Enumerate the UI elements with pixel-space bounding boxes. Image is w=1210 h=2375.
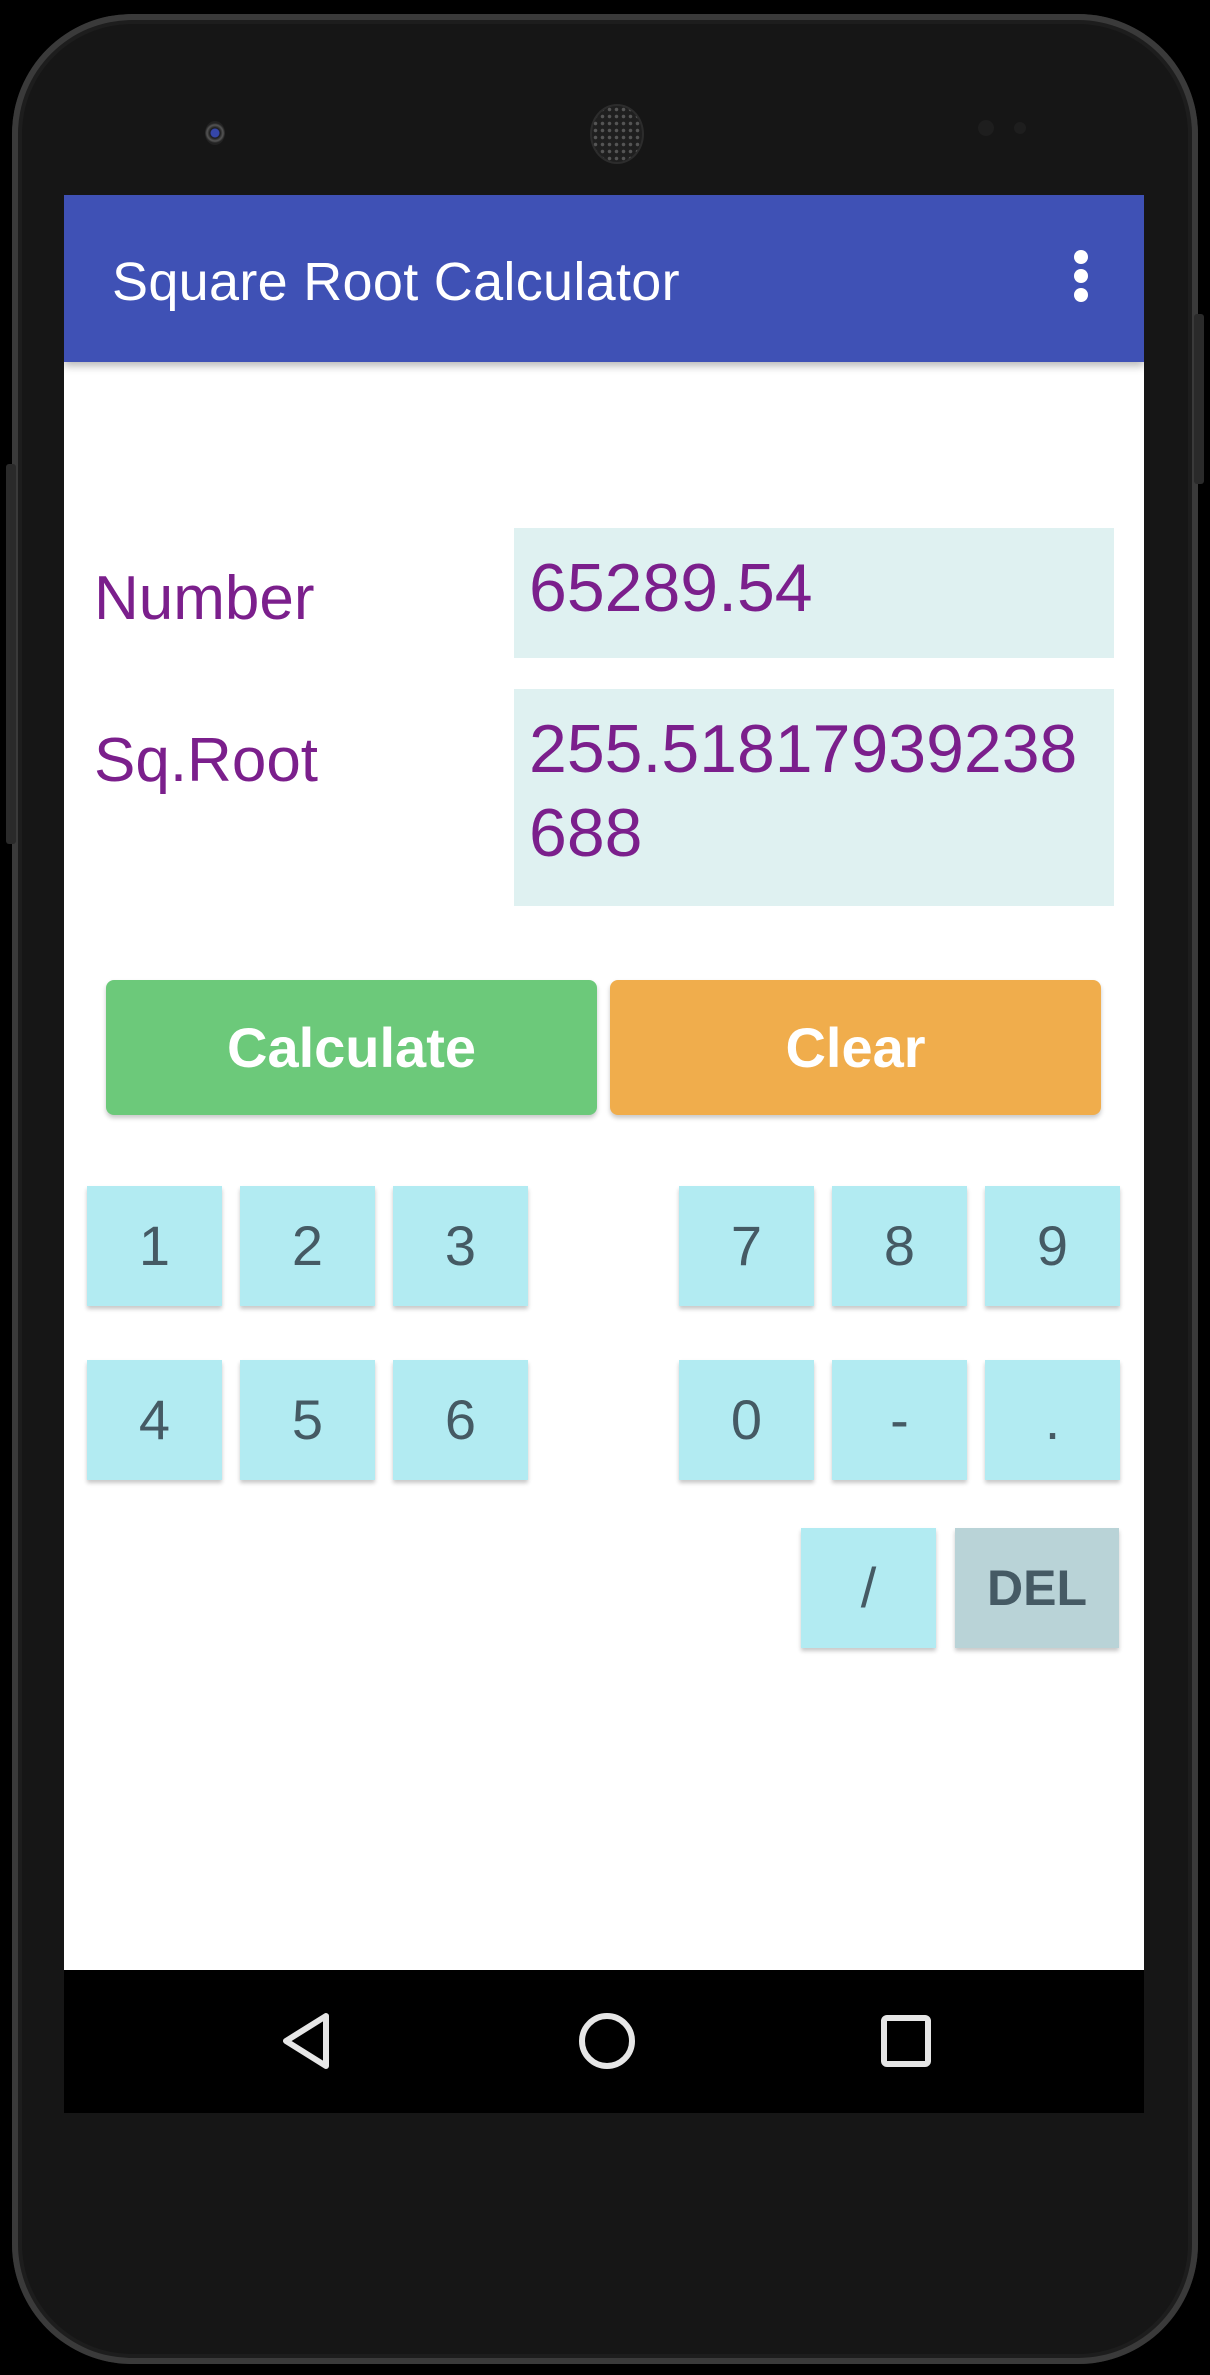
power-button xyxy=(1194,314,1204,484)
key-0[interactable]: 0 xyxy=(679,1360,814,1480)
volume-button xyxy=(6,464,16,844)
proximity-sensor-icon xyxy=(978,120,994,136)
key-1[interactable]: 1 xyxy=(87,1186,222,1306)
key-4[interactable]: 4 xyxy=(87,1360,222,1480)
key-8[interactable]: 8 xyxy=(832,1186,967,1306)
home-icon[interactable] xyxy=(576,2010,638,2077)
key-6[interactable]: 6 xyxy=(393,1360,528,1480)
key-2[interactable]: 2 xyxy=(240,1186,375,1306)
key-7[interactable]: 7 xyxy=(679,1186,814,1306)
key-minus[interactable]: - xyxy=(832,1360,967,1480)
front-camera-icon xyxy=(205,121,225,145)
speaker-grille-icon xyxy=(592,106,642,162)
sqrt-label: Sq.Root xyxy=(94,726,319,795)
key-divide[interactable]: / xyxy=(801,1528,936,1648)
light-sensor-icon xyxy=(1014,122,1026,134)
app-screen: Square Root Calculator Number 65289.54 S… xyxy=(64,195,1144,2113)
key-3[interactable]: 3 xyxy=(393,1186,528,1306)
back-icon[interactable] xyxy=(274,2010,334,2077)
calculate-button[interactable]: Calculate xyxy=(106,980,597,1115)
recents-icon[interactable] xyxy=(879,2010,933,2077)
more-vert-icon[interactable] xyxy=(1069,250,1093,304)
navigation-bar xyxy=(64,1970,1144,2113)
number-label: Number xyxy=(94,564,315,633)
clear-button[interactable]: Clear xyxy=(610,980,1101,1115)
sqrt-result-field: 255.51817939238688 xyxy=(514,689,1114,906)
app-title: Square Root Calculator xyxy=(112,252,680,312)
app-bar: Square Root Calculator xyxy=(64,195,1144,362)
key-decimal[interactable]: . xyxy=(985,1360,1120,1480)
delete-button[interactable]: DEL xyxy=(955,1528,1119,1648)
key-5[interactable]: 5 xyxy=(240,1360,375,1480)
key-9[interactable]: 9 xyxy=(985,1186,1120,1306)
number-input[interactable]: 65289.54 xyxy=(514,528,1114,658)
